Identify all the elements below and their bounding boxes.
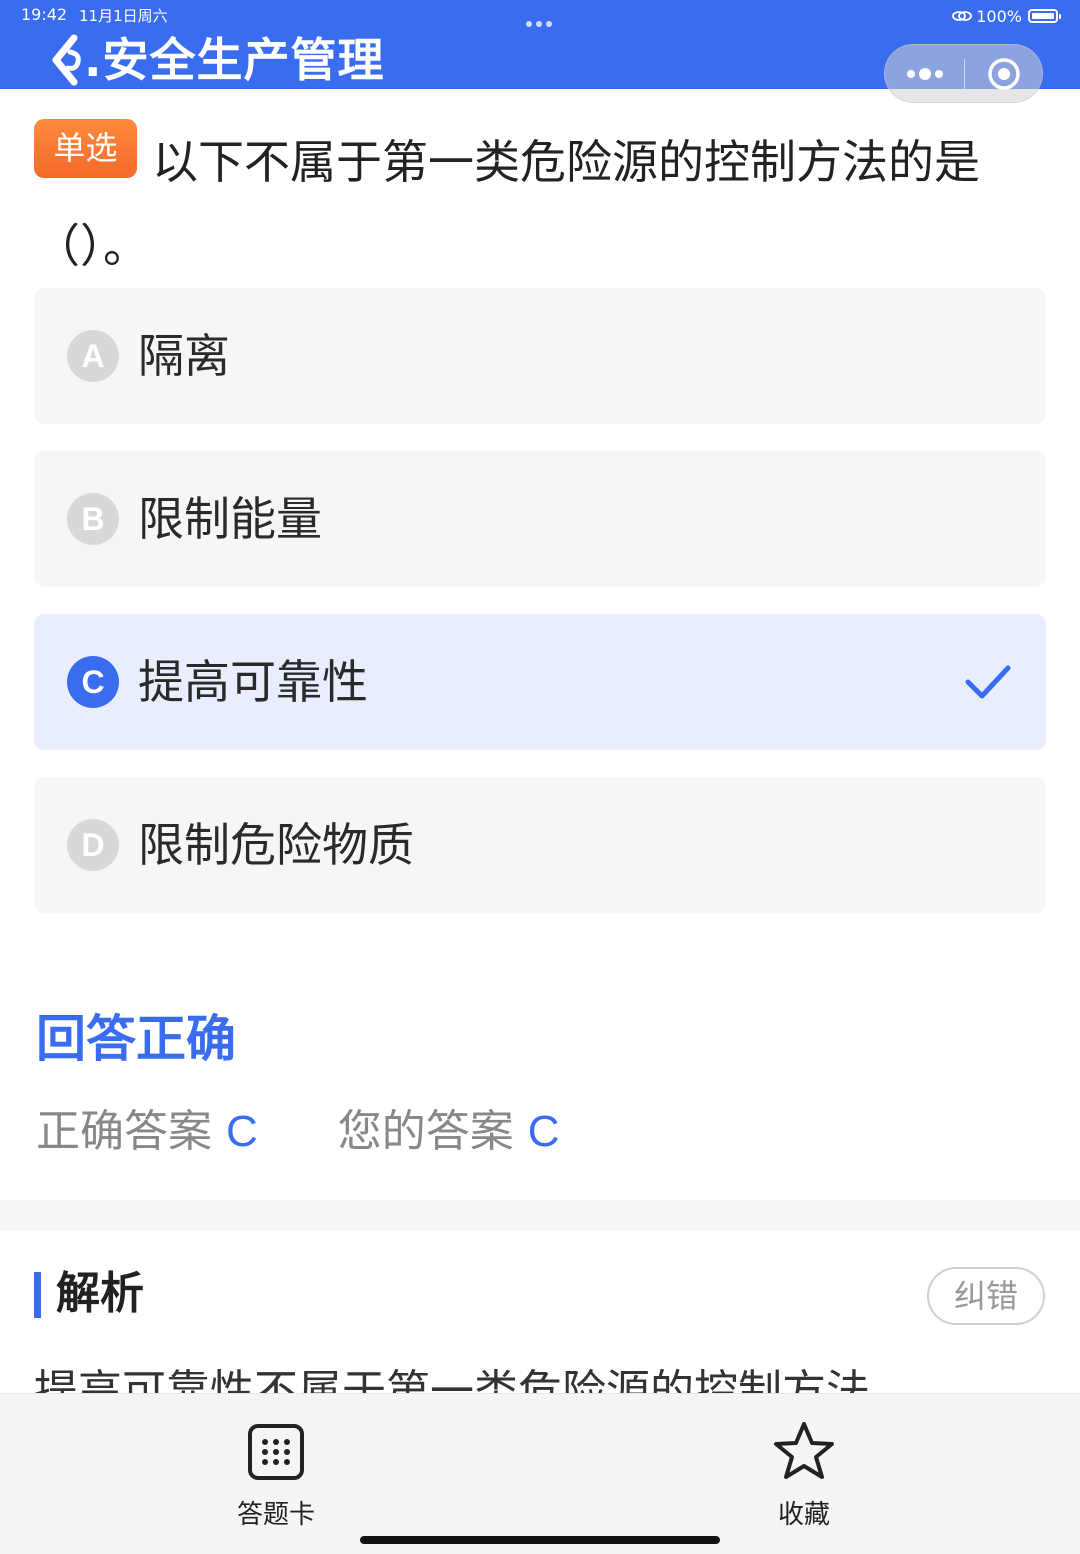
miniprogram-capsule [884, 44, 1043, 103]
option-text: 限制危险物质 [138, 818, 414, 872]
status-date: 11月1日周六 [79, 7, 168, 25]
option-c[interactable]: C 提高可靠性 [34, 614, 1046, 750]
section-divider [0, 1200, 1080, 1231]
option-text: 隔离 [138, 329, 230, 383]
bottom-toolbar: 答题卡 收藏 [0, 1393, 1080, 1554]
capsule-divider [964, 59, 965, 89]
grid-icon [248, 1424, 304, 1480]
option-letter: D [67, 819, 119, 871]
favorite-label: 收藏 [777, 1500, 830, 1530]
analysis-text: 提高可靠性不属于第一类危险源的控制方法 [34, 1366, 870, 1394]
option-letter: C [67, 656, 119, 708]
option-letter: A [67, 330, 119, 382]
analysis-accent-bar [34, 1272, 41, 1318]
correct-answer-label: 正确答案 [36, 1106, 212, 1157]
page-title: .安全生产管理 [84, 33, 385, 87]
answer-card-tab[interactable]: 答题卡 [206, 1422, 346, 1531]
option-letter: B [67, 493, 119, 545]
correct-answer-value: C [226, 1107, 258, 1156]
favorite-tab[interactable]: 收藏 [734, 1420, 874, 1531]
back-arrow-icon[interactable] [48, 34, 86, 86]
option-text: 限制能量 [138, 492, 322, 546]
option-a[interactable]: A 隔离 [34, 288, 1046, 424]
status-right: 100% [952, 5, 1061, 27]
battery-percent: 100% [976, 6, 1022, 26]
app-header: 19:42 11月1日周六 100% .安全生产管理 [0, 0, 1080, 103]
battery-icon [1028, 9, 1061, 23]
star-icon [774, 1422, 834, 1479]
your-answer-label: 您的答案 [337, 1106, 514, 1157]
multitask-dots-icon[interactable] [526, 12, 556, 27]
analysis-title: 解析 [56, 1268, 144, 1319]
option-b[interactable]: B 限制能量 [34, 451, 1046, 587]
answer-card-label: 答题卡 [236, 1500, 315, 1530]
status-time: 19:42 [21, 5, 68, 24]
answer-summary: 正确答案 C 您的答案 C [36, 1102, 560, 1162]
more-dots-icon[interactable] [905, 64, 945, 84]
checkmark-icon [965, 665, 1011, 699]
question-stem: 以下不属于第一类危险源的控制方法的是（）。 [34, 135, 980, 273]
link-icon [952, 11, 973, 21]
result-title: 回答正确 [36, 1010, 236, 1068]
close-miniprogram-icon[interactable] [987, 57, 1021, 91]
home-indicator[interactable] [360, 1536, 720, 1544]
correction-button[interactable]: 纠错 [927, 1267, 1045, 1325]
your-answer-value: C [527, 1107, 560, 1156]
question-text: 以下不属于第一类危险源的控制方法的是（）。 [34, 120, 1050, 288]
option-d[interactable]: D 限制危险物质 [34, 777, 1046, 913]
question-type-badge: 单选 [34, 119, 137, 178]
option-text: 提高可靠性 [138, 655, 368, 709]
